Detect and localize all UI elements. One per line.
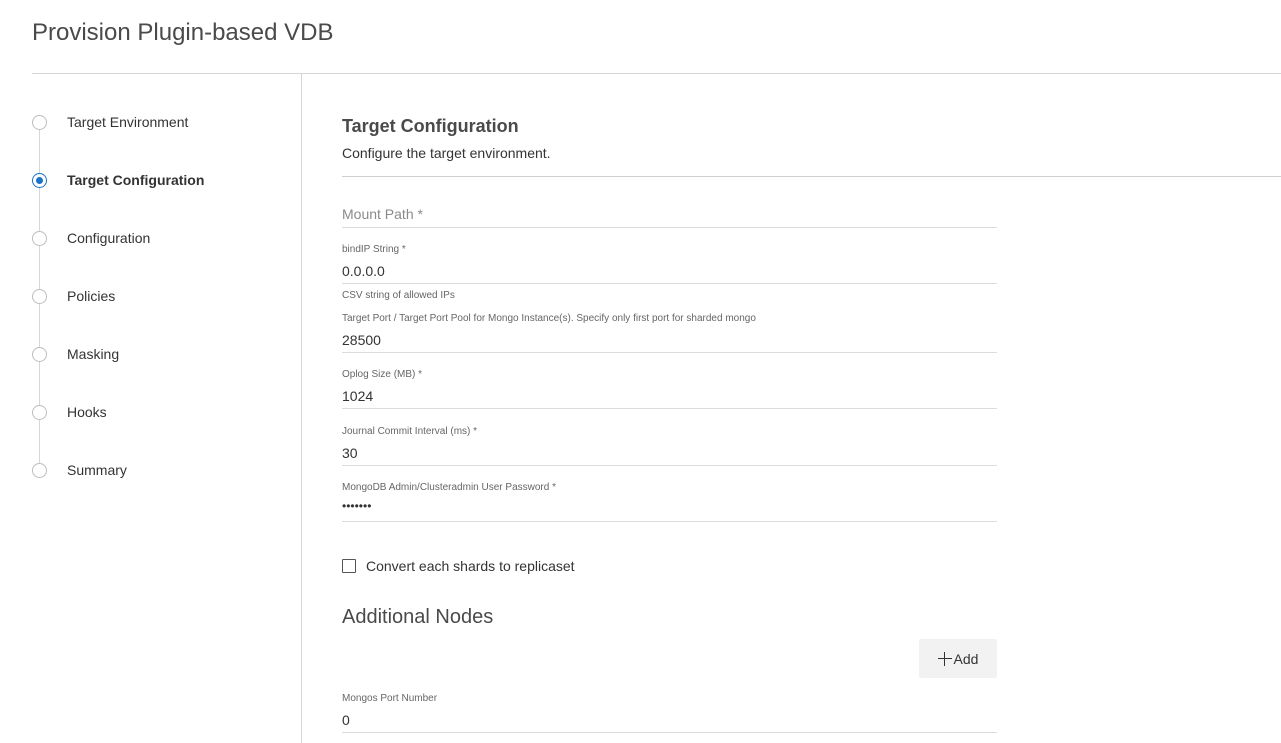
- step-masking[interactable]: Masking: [32, 344, 119, 364]
- plus-icon: [937, 651, 952, 666]
- step-radio-selected-icon: [32, 172, 47, 188]
- step-configuration[interactable]: Configuration: [32, 228, 150, 248]
- section-title: Target Configuration: [342, 116, 519, 136]
- target-port-field: Target Port / Target Port Pool for Mongo…: [342, 313, 997, 353]
- oplog-size-label: Oplog Size (MB) *: [342, 369, 423, 380]
- step-radio-icon: [32, 346, 47, 362]
- mount-path-input[interactable]: [342, 206, 982, 222]
- step-hooks[interactable]: Hooks: [32, 402, 107, 422]
- oplog-size-input[interactable]: 1024: [342, 388, 982, 404]
- mongos-port-input[interactable]: 0: [342, 712, 982, 728]
- journal-commit-label: Journal Commit Interval (ms) *: [342, 426, 478, 437]
- step-target-configuration[interactable]: Target Configuration: [32, 170, 204, 190]
- step-label: Target Environment: [67, 114, 189, 130]
- step-label: Summary: [67, 462, 127, 478]
- step-label: Policies: [67, 288, 116, 304]
- journal-commit-input[interactable]: 30: [342, 445, 982, 461]
- page-title: Provision Plugin-based VDB: [32, 19, 334, 46]
- step-policies[interactable]: Policies: [32, 286, 115, 306]
- step-radio-icon: [32, 230, 47, 246]
- convert-shards-option[interactable]: Convert each shards to replicaset: [342, 558, 575, 574]
- convert-shards-label: Convert each shards to replicaset: [366, 558, 575, 574]
- convert-shards-checkbox[interactable]: [342, 559, 356, 573]
- section-divider: [342, 176, 1281, 177]
- mongos-port-label: Mongos Port Number: [342, 693, 438, 704]
- step-target-environment[interactable]: Target Environment: [32, 112, 188, 132]
- add-node-button[interactable]: Add: [919, 639, 997, 678]
- wizard-stepper: Target Environment Target Configuration …: [32, 74, 292, 494]
- additional-nodes-title: Additional Nodes: [342, 606, 494, 628]
- sidebar-divider: [301, 74, 302, 743]
- mongos-port-field: Mongos Port Number 0: [342, 693, 997, 733]
- target-port-label: Target Port / Target Port Pool for Mongo…: [342, 313, 756, 324]
- step-radio-icon: [32, 114, 47, 130]
- step-label: Hooks: [67, 404, 107, 420]
- admin-password-label: MongoDB Admin/Clusteradmin User Password…: [342, 482, 556, 493]
- step-radio-icon: [32, 462, 47, 478]
- step-radio-icon: [32, 288, 47, 304]
- bindip-input[interactable]: 0.0.0.0: [342, 263, 982, 279]
- admin-password-field: MongoDB Admin/Clusteradmin User Password…: [342, 482, 997, 522]
- step-label: Configuration: [67, 230, 151, 246]
- step-radio-icon: [32, 404, 47, 420]
- step-summary[interactable]: Summary: [32, 460, 127, 480]
- section-subtitle: Configure the target environment.: [342, 145, 551, 161]
- mount-path-field: [342, 202, 997, 228]
- bindip-field: bindIP String * 0.0.0.0: [342, 244, 997, 284]
- journal-commit-field: Journal Commit Interval (ms) * 30: [342, 426, 997, 466]
- bindip-helper-text: CSV string of allowed IPs: [342, 290, 455, 301]
- bindip-label: bindIP String *: [342, 244, 406, 255]
- oplog-size-field: Oplog Size (MB) * 1024: [342, 369, 997, 409]
- step-label: Masking: [67, 346, 120, 362]
- target-port-input[interactable]: 28500: [342, 332, 982, 348]
- admin-password-input[interactable]: •••••••: [342, 499, 982, 513]
- step-label: Target Configuration: [67, 172, 205, 188]
- add-button-label: Add: [953, 650, 979, 667]
